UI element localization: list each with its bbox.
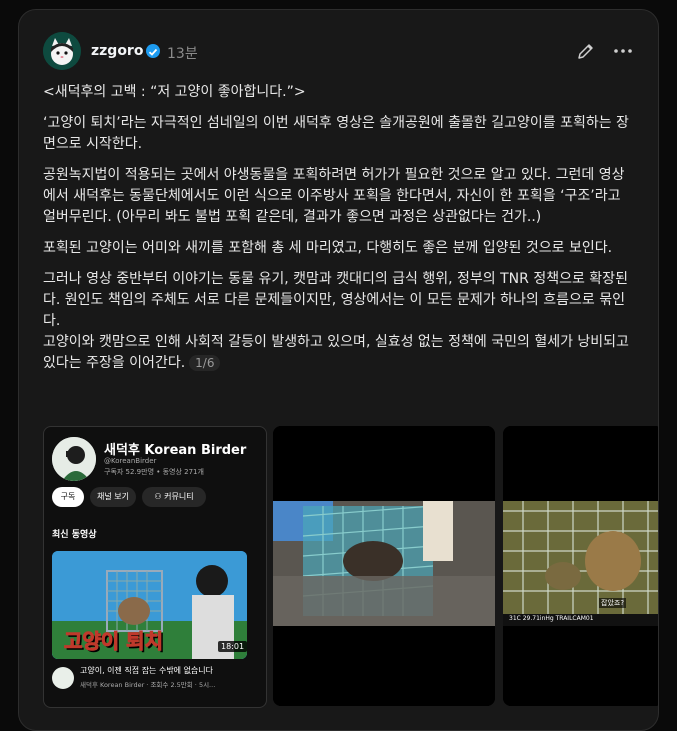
video-channel-avatar: [52, 667, 74, 689]
post-body: <새덕후의 고백 : “저 고양이 좋아합니다.”> ‘고양이 퇴치’라는 자극…: [43, 82, 633, 384]
trailcam-overlay-text: 잡았죠?: [599, 598, 627, 608]
channel-view-chip: 채널 보기: [90, 487, 136, 507]
media-cat-trap-photo[interactable]: [273, 426, 495, 706]
author-name[interactable]: zzgoro: [91, 43, 143, 59]
post-paragraph: <새덕후의 고백 : “저 고양이 좋아합니다.”>: [43, 84, 306, 100]
community-chip: ⚇ 커뮤니티: [142, 487, 206, 507]
post-paragraph-last: 그러나 영상 중반부터 이야기는 동물 유기, 캣맘과 캣대디의 급식 행위, …: [43, 269, 633, 374]
video-duration: 18:01: [218, 641, 248, 652]
subscribe-chip: 구독: [52, 487, 84, 507]
video-title: 고양이, 이젠 직접 잡는 수밖에 없습니다: [80, 666, 214, 675]
trailcam-stamp: 31C 29.71inHg TRAILCAM01: [509, 615, 594, 622]
thumbnail-text: 고양이 퇴치: [64, 629, 164, 654]
post-time: 13분: [167, 46, 198, 62]
post-paragraph: ‘고양이 퇴치’라는 자극적인 섬네일의 이번 새덕후 영상은 솔개공원에 출몰…: [43, 115, 629, 152]
edit-icon[interactable]: [576, 41, 596, 61]
media-youtube-screenshot[interactable]: 새덕후 Korean Birder @KoreanBirder 구독자 52.9…: [43, 426, 267, 708]
avatar[interactable]: [43, 32, 81, 70]
channel-avatar: [52, 437, 96, 481]
community-label: 커뮤니티: [164, 492, 194, 501]
channel-stats: 구독자 52.9만명 • 동영상 271개: [104, 468, 204, 476]
post-paragraph-text: 그러나 영상 중반부터 이야기는 동물 유기, 캣맘과 캣대디의 급식 행위, …: [43, 271, 629, 371]
community-icon: ⚇: [154, 492, 165, 501]
latest-videos-heading: 최신 동영상: [52, 530, 97, 540]
channel-name: 새덕후 Korean Birder: [104, 443, 247, 458]
verified-badge-icon: [146, 44, 160, 58]
post-paragraph: 포획된 고양이는 어미와 새끼를 포함해 총 세 마리였고, 다행히도 좋은 분…: [43, 240, 613, 256]
post-header: zzgoro 13분: [43, 32, 638, 72]
post-paragraph: 공원녹지법이 적용되는 곳에서 야생동물을 포획하려면 허가가 필요한 것으로 …: [43, 167, 625, 225]
more-options-icon[interactable]: [612, 41, 634, 61]
video-meta: 새덕후 Korean Birder · 조회수 2.5만회 · 5시...: [80, 681, 216, 689]
image-counter: 1/6: [189, 355, 221, 371]
channel-handle: @KoreanBirder: [104, 457, 157, 465]
post-card: zzgoro 13분 <새덕후의 고백 : “저 고양이 좋아합니다.”> ‘고…: [18, 9, 659, 731]
media-trailcam-photo[interactable]: 잡았죠? 31C 29.71inHg TRAILCAM01: [503, 426, 658, 706]
